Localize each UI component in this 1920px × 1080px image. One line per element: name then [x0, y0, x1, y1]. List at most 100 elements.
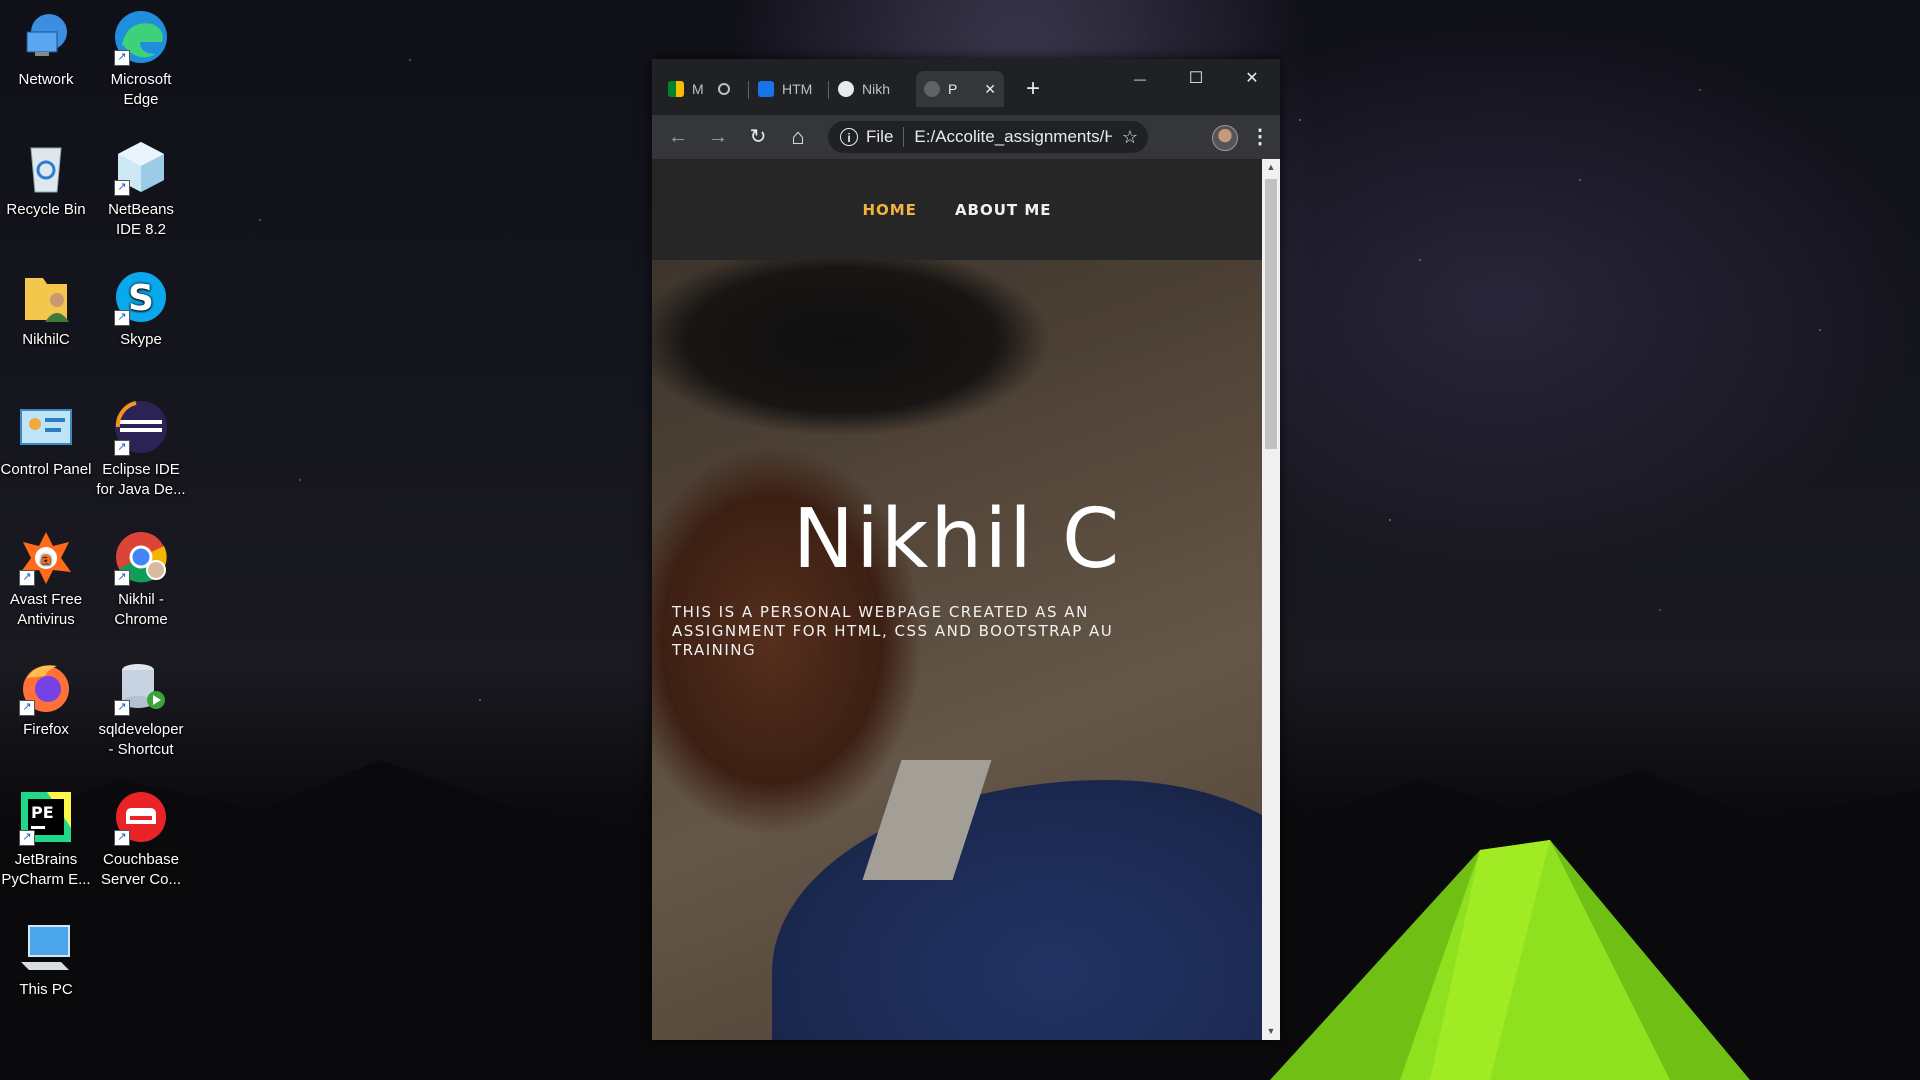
- edge-icon: ↗: [112, 8, 170, 66]
- classroom-icon: [758, 81, 774, 97]
- desktop-icon-label: Network: [18, 71, 74, 88]
- desktop-icon-label: JetBrains PyCharm E...: [1, 851, 91, 888]
- site-navbar: HOME ABOUT ME: [652, 159, 1262, 260]
- desktop-icon-label: Recycle Bin: [6, 201, 86, 218]
- scroll-up-arrow-icon[interactable]: ▲: [1262, 159, 1280, 176]
- skype-icon: S ↗: [112, 268, 170, 326]
- desktop-icon-label: Eclipse IDE for Java De...: [96, 461, 186, 498]
- desktop-icon-edge[interactable]: ↗ Microsoft Edge: [95, 8, 187, 110]
- firefox-icon: ↗: [17, 658, 75, 716]
- desktop-icon-label: sqldeveloper - Shortcut: [98, 721, 184, 758]
- shortcut-arrow-icon: ↗: [114, 700, 130, 716]
- network-icon: [17, 8, 75, 66]
- globe-icon: [924, 81, 940, 97]
- tab-label: HTM: [782, 81, 813, 97]
- desktop-icon-label: Nikhil - Chrome: [114, 591, 168, 628]
- desktop-icon-skype[interactable]: S ↗ Skype: [95, 268, 187, 350]
- tab-separator: [748, 81, 749, 99]
- svg-text:PE: PE: [31, 803, 54, 822]
- desktop-icon-firefox[interactable]: ↗ Firefox: [0, 658, 92, 740]
- shortcut-arrow-icon: ↗: [114, 440, 130, 456]
- shortcut-arrow-icon: ↗: [114, 830, 130, 846]
- profile-avatar[interactable]: [1212, 125, 1238, 151]
- tab-separator: [828, 81, 829, 99]
- desktop-icon-pycharm[interactable]: PE ↗ JetBrains PyCharm E...: [0, 788, 92, 890]
- tab-label: P: [948, 81, 958, 97]
- recording-icon: [717, 83, 730, 95]
- menu-button[interactable]: ⋮: [1246, 123, 1274, 151]
- sqldeveloper-icon: ↗: [112, 658, 170, 716]
- hero-section: Nikhil C THIS IS A PERSONAL WEBPAGE CREA…: [652, 260, 1262, 1040]
- hero-name: Nikhil C: [792, 492, 1122, 587]
- shortcut-arrow-icon: ↗: [114, 50, 130, 66]
- bookmark-star-icon[interactable]: ☆: [1122, 127, 1138, 148]
- address-scheme: File: [866, 127, 894, 146]
- new-tab-button[interactable]: +: [1019, 75, 1047, 103]
- info-icon[interactable]: i: [840, 128, 858, 146]
- forward-button[interactable]: →: [704, 123, 732, 151]
- nav-link-home[interactable]: HOME: [862, 201, 916, 219]
- svg-text:S: S: [128, 278, 154, 319]
- desktop-icon-netbeans[interactable]: ↗ NetBeans IDE 8.2: [95, 138, 187, 240]
- nav-link-about-me[interactable]: ABOUT ME: [955, 201, 1052, 219]
- page-scrollbar[interactable]: ▲ ▼: [1262, 159, 1280, 1040]
- scroll-down-arrow-icon[interactable]: ▼: [1262, 1023, 1280, 1040]
- desktop-icon-label: Couchbase Server Co...: [100, 851, 182, 888]
- address-url[interactable]: E:/Accolite_assignments/H...: [914, 127, 1111, 147]
- address-divider: [903, 127, 905, 147]
- desktop-icon-couchbase[interactable]: ↗ Couchbase Server Co...: [95, 788, 187, 890]
- desktop-icon-sqldeveloper[interactable]: ↗ sqldeveloper - Shortcut: [95, 658, 187, 760]
- desktop-icon-label: This PC: [19, 981, 73, 998]
- shortcut-arrow-icon: ↗: [19, 570, 35, 586]
- hero-tagline: THIS IS A PERSONAL WEBPAGE CREATED AS AN…: [672, 603, 1114, 659]
- eclipse-icon: ↗: [112, 398, 170, 456]
- tab-active-page[interactable]: P ✕: [916, 71, 1004, 107]
- wallpaper-tent: [1270, 840, 1750, 1080]
- shortcut-arrow-icon: ↗: [19, 830, 35, 846]
- meet-icon: [668, 81, 684, 97]
- desktop-icon-label: NikhilC: [22, 331, 70, 348]
- shortcut-arrow-icon: ↗: [114, 180, 130, 196]
- back-button[interactable]: ←: [664, 123, 692, 151]
- desktop-icon-recycle-bin[interactable]: Recycle Bin: [0, 138, 92, 220]
- desktop-icon-label: Microsoft Edge: [110, 71, 172, 108]
- this-pc-icon: [17, 918, 75, 976]
- scroll-thumb[interactable]: [1265, 179, 1277, 449]
- desktop-icon-eclipse[interactable]: ↗ Eclipse IDE for Java De...: [95, 398, 187, 500]
- reload-button[interactable]: ↻: [744, 123, 772, 151]
- shortcut-arrow-icon: ↗: [19, 700, 35, 716]
- browser-toolbar: ← → ↻ ⌂ i File E:/Accolite_assignments/H…: [652, 115, 1280, 159]
- control-panel-icon: [17, 398, 75, 456]
- tab-label: Nikh: [862, 81, 891, 97]
- desktop-icon-label: NetBeans IDE 8.2: [108, 201, 174, 238]
- desktop-icon-user-folder[interactable]: NikhilC: [0, 268, 92, 350]
- couchbase-icon: ↗: [112, 788, 170, 846]
- github-icon: [838, 81, 854, 97]
- desktop-icon-label: Skype: [120, 331, 162, 348]
- address-bar[interactable]: i File E:/Accolite_assignments/H... ☆: [828, 121, 1148, 153]
- chrome-profile-icon: ↗: [112, 528, 170, 586]
- tab-label: M: [692, 81, 704, 97]
- tab-close-icon[interactable]: ✕: [984, 81, 996, 98]
- browser-window: M HTM Nikh P ✕ + — ☐ ✕ ← → ↻ ⌂ i File E:…: [652, 59, 1280, 1040]
- home-button[interactable]: ⌂: [784, 123, 812, 151]
- desktop-icon-this-pc[interactable]: This PC: [0, 918, 92, 1000]
- close-window-button[interactable]: ✕: [1224, 59, 1280, 99]
- pycharm-icon: PE ↗: [17, 788, 75, 846]
- tab-meet[interactable]: M: [660, 71, 746, 107]
- maximize-button[interactable]: ☐: [1168, 59, 1224, 99]
- browser-titlebar[interactable]: M HTM Nikh P ✕ + — ☐ ✕: [652, 59, 1280, 115]
- desktop-icon-label: Avast Free Antivirus: [9, 591, 83, 628]
- netbeans-icon: ↗: [112, 138, 170, 196]
- recycle-bin-icon: [17, 138, 75, 196]
- desktop-icon-label: Firefox: [23, 721, 69, 738]
- shortcut-arrow-icon: ↗: [114, 570, 130, 586]
- minimize-button[interactable]: —: [1112, 59, 1168, 99]
- desktop-icon-network[interactable]: Network: [0, 8, 92, 90]
- desktop-icon-control-panel[interactable]: Control Panel: [0, 398, 92, 480]
- tab-classroom[interactable]: HTM: [750, 71, 826, 107]
- page-viewport: HOME ABOUT ME Nikhil C THIS IS A PERSONA…: [652, 159, 1262, 1040]
- tab-github[interactable]: Nikh: [830, 71, 908, 107]
- desktop-icon-chrome-profile[interactable]: ↗ Nikhil - Chrome: [95, 528, 187, 630]
- desktop-icon-avast[interactable]: a ↗ Avast Free Antivirus: [0, 528, 92, 630]
